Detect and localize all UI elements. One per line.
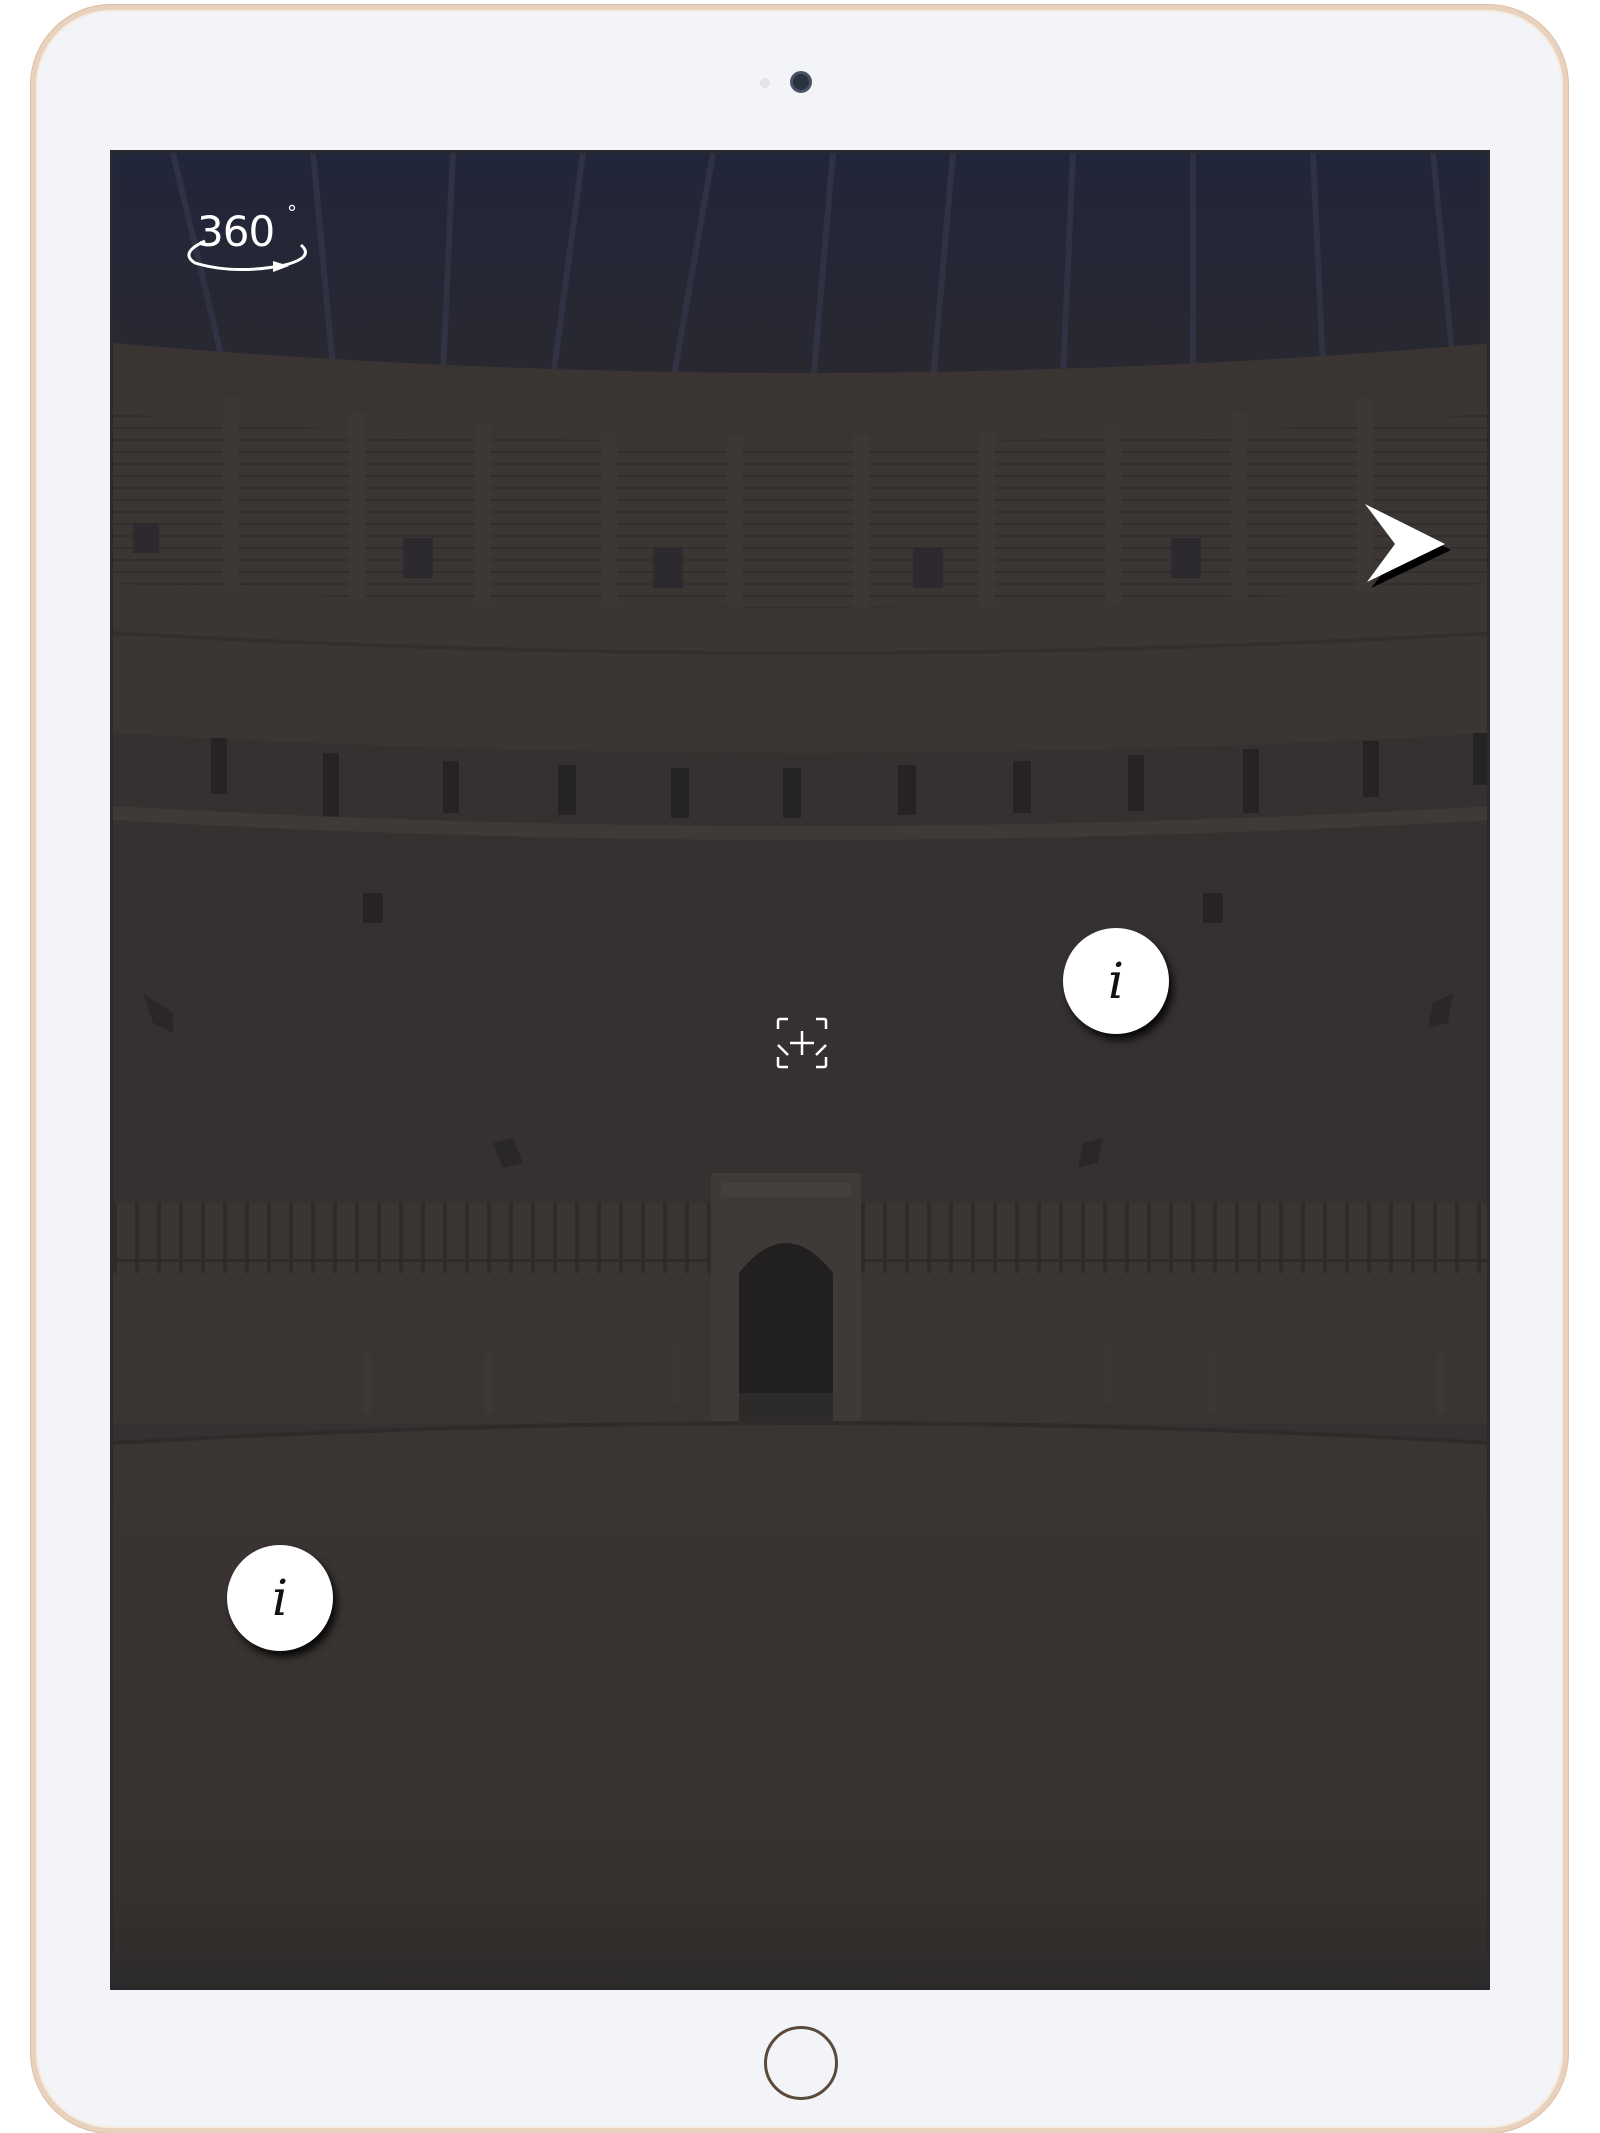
info-icon: i bbox=[272, 1569, 288, 1627]
colosseum-panorama-image[interactable] bbox=[113, 153, 1490, 1990]
home-button[interactable] bbox=[764, 2026, 838, 2100]
360-rotate-icon[interactable]: 360 ° bbox=[175, 201, 325, 283]
panorama-viewer[interactable]: 360 ° i i bbox=[110, 150, 1490, 1990]
info-hotspot-button[interactable]: i bbox=[227, 1545, 333, 1651]
info-icon: i bbox=[1108, 952, 1124, 1010]
vr-headset-icon[interactable] bbox=[774, 1015, 830, 1071]
info-hotspot-button[interactable]: i bbox=[1063, 928, 1169, 1034]
chevron-right-icon[interactable] bbox=[1361, 498, 1456, 593]
rotate-arrow-icon bbox=[187, 239, 307, 272]
front-sensor bbox=[760, 78, 770, 88]
front-camera bbox=[790, 71, 812, 93]
